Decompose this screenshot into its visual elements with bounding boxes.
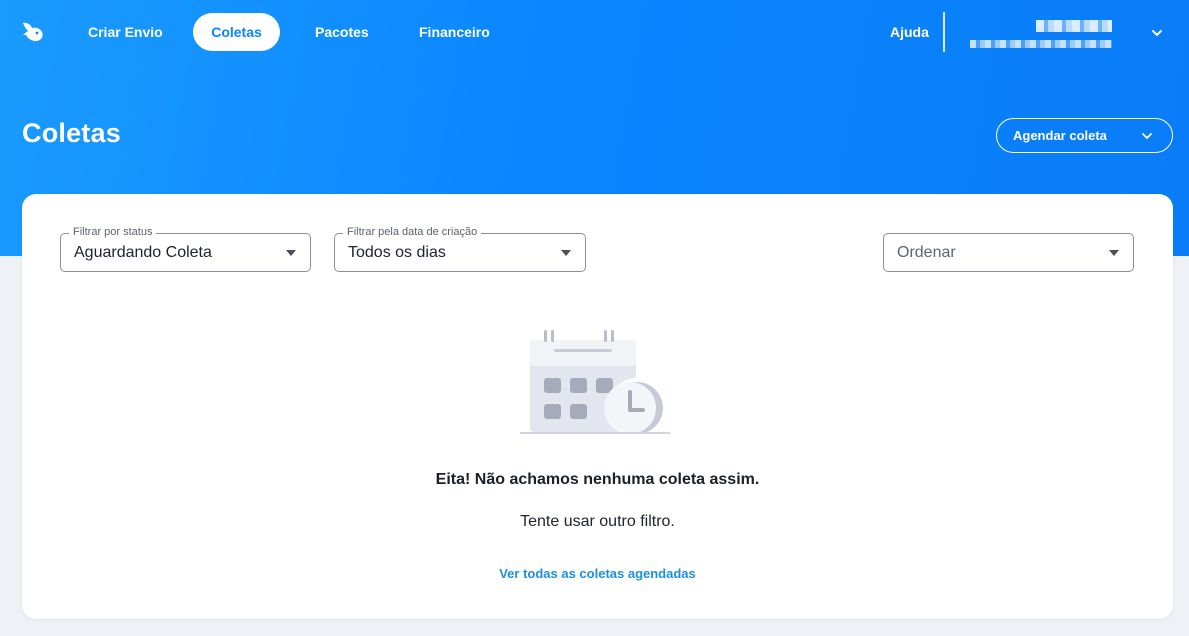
top-navigation: Criar Envio Coletas Pacotes Financeiro A… — [0, 0, 1189, 64]
status-filter-legend: Filtrar por status — [69, 226, 157, 238]
page-title: Coletas — [22, 118, 121, 148]
chevron-down-icon[interactable] — [1150, 26, 1164, 40]
nav-divider — [943, 12, 945, 52]
empty-state-subtitle: Tente usar outro filtro. — [520, 513, 675, 530]
sort-select[interactable]: Ordenar — [883, 233, 1134, 272]
chevron-down-icon — [1142, 133, 1152, 140]
dropdown-caret-icon — [286, 250, 296, 256]
date-filter-legend: Filtrar pela data de criação — [343, 226, 482, 238]
sort-placeholder: Ordenar — [897, 244, 956, 261]
help-link[interactable]: Ajuda — [878, 13, 941, 51]
date-filter-select[interactable]: Filtrar pela data de criação Todos os di… — [334, 226, 586, 272]
dropdown-caret-icon — [561, 250, 571, 256]
dropdown-caret-icon — [1109, 250, 1119, 256]
status-filter-value: Aguardando Coleta — [74, 244, 212, 261]
schedule-pickup-button[interactable]: Agendar coleta — [996, 118, 1173, 153]
empty-state-link-wrapper: Ver todas as coletas agendadas — [22, 566, 1173, 581]
nav-item-coletas[interactable]: Coletas — [193, 13, 280, 51]
user-name-redacted[interactable] — [1036, 20, 1112, 32]
view-all-scheduled-link[interactable]: Ver todas as coletas agendadas — [499, 566, 696, 581]
nav-item-pacotes[interactable]: Pacotes — [297, 13, 387, 51]
rabbit-logo-icon[interactable] — [20, 19, 46, 45]
user-email-redacted[interactable] — [970, 40, 1112, 48]
schedule-pickup-label: Agendar coleta — [1013, 128, 1107, 143]
date-filter-value: Todos os dias — [348, 244, 446, 261]
nav-item-criar-envio[interactable]: Criar Envio — [70, 13, 181, 51]
empty-state-title: Eita! Não achamos nenhuma coleta assim. — [435, 471, 760, 488]
nav-item-financeiro[interactable]: Financeiro — [401, 13, 508, 51]
pickups-card: Filtrar por status Aguardando Coleta Fil… — [22, 194, 1173, 619]
calendar-clock-icon — [520, 330, 670, 438]
status-filter-select[interactable]: Filtrar por status Aguardando Coleta — [60, 226, 311, 272]
